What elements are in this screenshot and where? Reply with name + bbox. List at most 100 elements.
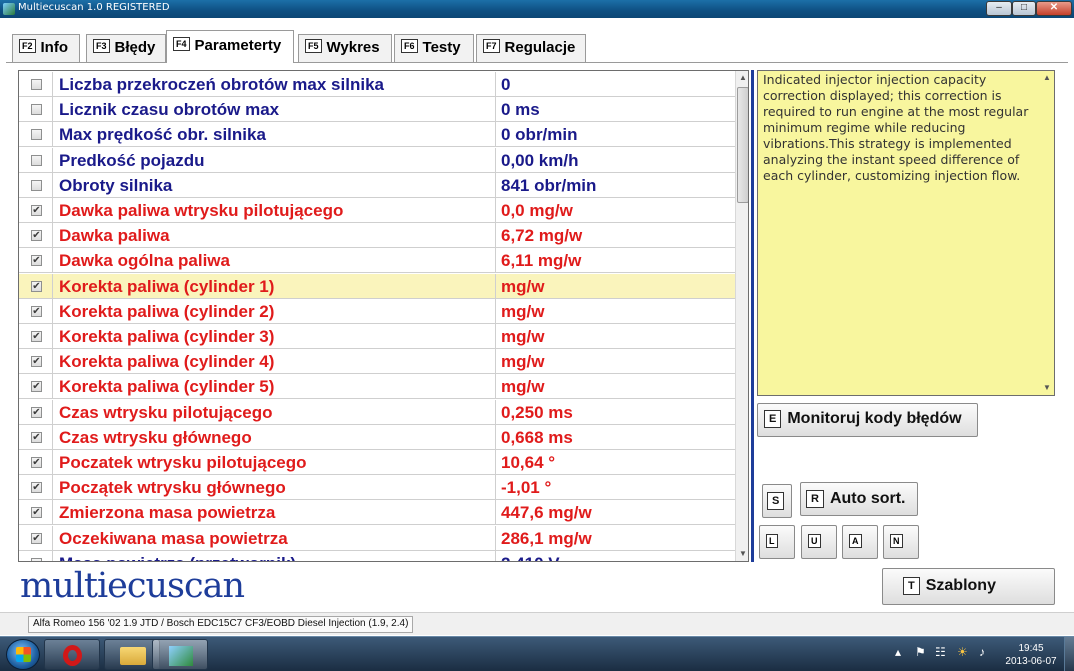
tab-parameterty[interactable]: F4 Parameterty — [166, 30, 294, 63]
parameter-checkbox[interactable] — [31, 129, 42, 141]
parameter-checkbox[interactable]: ✔ — [31, 507, 42, 519]
button-label: Auto sort. — [829, 490, 906, 507]
column-divider — [495, 273, 496, 299]
parameter-row[interactable]: ✔ Korekta paliwa (cylinder 4) mg/w — [19, 349, 735, 375]
volume-icon[interactable]: ♪ — [979, 645, 985, 659]
maximize-button[interactable]: □ — [1012, 1, 1036, 16]
parameter-value: 6,11 mg/w — [501, 251, 582, 271]
parameter-checkbox[interactable]: ✔ — [31, 305, 42, 317]
power-icon[interactable]: ☀ — [957, 645, 968, 659]
tab-testy[interactable]: F6 Testy — [394, 34, 474, 62]
parameter-row[interactable]: ✔ Dawka paliwa wtrysku pilotującego 0,0 mg… — [19, 198, 735, 223]
parameter-list-scrollbar[interactable]: ▲ ▼ — [735, 71, 748, 561]
parameter-checkbox[interactable]: ✔ — [31, 205, 42, 216]
parameter-name: Korekta paliwa (cylinder 2) — [59, 301, 275, 321]
parameter-row[interactable]: ✔ Korekta paliwa (cylinder 2) mg/w — [19, 298, 735, 324]
l-button[interactable]: L — [759, 525, 795, 559]
clock-date[interactable]: 2013-06-07 — [1002, 656, 1060, 667]
e-key-badge: E — [764, 410, 782, 428]
parameter-checkbox[interactable]: ✔ — [31, 356, 42, 368]
a-button[interactable]: A — [842, 525, 878, 559]
u-button[interactable]: U — [801, 525, 837, 559]
parameter-row[interactable]: Masa powietrza (przetwornik) 2,410 V — [19, 550, 735, 561]
parameter-checkbox[interactable]: ✔ — [31, 406, 42, 418]
parameter-value: mg/w — [501, 276, 545, 296]
parameter-row[interactable]: ✔ Korekta paliwa (cylinder 3) mg/w — [19, 324, 735, 349]
parameter-checkbox[interactable]: ✔ — [31, 457, 42, 468]
parameter-row[interactable]: Obroty silnika 841 obr/min — [19, 172, 735, 198]
parameter-name: Dawka paliwa wtrysku pilotującego — [59, 201, 344, 220]
parameter-value: 447,6 mg/w — [501, 503, 592, 523]
column-divider — [495, 399, 496, 425]
taskbar-opera[interactable] — [44, 639, 100, 670]
parameter-checkbox[interactable]: ✔ — [31, 331, 42, 342]
parameter-checkbox[interactable]: ✔ — [31, 431, 42, 443]
parameter-checkbox[interactable] — [31, 104, 42, 116]
minimize-button[interactable]: – — [986, 1, 1012, 16]
monitor-error-codes-button[interactable]: E Monitoruj kody błędów — [757, 403, 978, 437]
parameter-checkbox[interactable]: ✔ — [31, 532, 42, 544]
network-icon[interactable]: ☷ — [935, 645, 946, 659]
parameter-checkbox[interactable]: ✔ — [31, 482, 42, 494]
checkbox-cell: ✔ — [19, 450, 53, 475]
parameter-checkbox[interactable]: ✔ — [31, 255, 42, 267]
tab-info[interactable]: F2 Info — [12, 34, 80, 62]
parameter-checkbox[interactable]: ✔ — [31, 280, 42, 292]
show-hidden-icons-icon[interactable]: ▴ — [895, 645, 901, 659]
description-scrollbar[interactable]: ▲ ▼ — [1040, 71, 1054, 395]
scroll-down-icon[interactable]: ▼ — [1041, 381, 1053, 395]
scroll-down-icon[interactable]: ▼ — [737, 547, 748, 561]
parameter-row[interactable]: ✔ Dawka paliwa 6,72 mg/w — [19, 223, 735, 249]
parameter-row[interactable]: ✔ Oczekiwana masa powietrza 286,1 mg/w — [19, 525, 735, 551]
column-divider — [495, 298, 496, 324]
parameter-checkbox[interactable]: ✔ — [31, 381, 42, 393]
parameter-name: Dawka ogólna paliwa — [59, 251, 230, 271]
action-center-flag-icon[interactable]: ⚑ — [915, 645, 926, 659]
parameter-row[interactable]: ✔ Czas wtrysku pilotującego 0,250 ms — [19, 399, 735, 425]
start-button[interactable] — [6, 639, 40, 670]
tab-bledy[interactable]: F3 Błędy — [86, 34, 166, 62]
parameter-checkbox[interactable] — [31, 79, 42, 90]
tab-wykres[interactable]: F5 Wykres — [298, 34, 392, 62]
parameter-row[interactable]: ✔ Dawka ogólna paliwa 6,11 mg/w — [19, 248, 735, 274]
splitter[interactable] — [751, 70, 754, 562]
parameter-name: Korekta paliwa (cylinder 1) — [59, 276, 275, 296]
a-key-badge: A — [849, 534, 862, 548]
scroll-up-icon[interactable]: ▲ — [737, 71, 748, 85]
parameter-row[interactable]: ✔ Czas wtrysku głównego 0,668 ms — [19, 424, 735, 450]
clock-time[interactable]: 19:45 — [1016, 643, 1046, 654]
parameter-row[interactable]: ✔ Korekta paliwa (cylinder 1) mg/w — [19, 273, 735, 299]
parameter-checkbox[interactable] — [31, 557, 42, 561]
auto-sort-button[interactable]: R Auto sort. — [800, 482, 918, 516]
parameter-row[interactable]: Predkość pojazdu 0,00 km/h — [19, 147, 735, 173]
checkbox-cell — [19, 97, 53, 123]
checkbox-cell: ✔ — [19, 525, 53, 551]
scroll-up-icon[interactable]: ▲ — [1041, 71, 1053, 85]
scroll-thumb[interactable] — [737, 87, 748, 203]
taskbar-multiecuscan[interactable] — [152, 639, 208, 670]
column-divider — [495, 72, 496, 97]
tab-regulacje[interactable]: F7 Regulacje — [476, 34, 586, 62]
column-divider — [495, 172, 496, 198]
s-button[interactable]: S — [762, 484, 792, 518]
parameter-row[interactable]: ✔ Korekta paliwa (cylinder 5) mg/w — [19, 374, 735, 400]
parameter-checkbox[interactable]: ✔ — [31, 230, 42, 242]
f5-key-badge: F5 — [305, 39, 322, 53]
parameter-row[interactable]: ✔ Poczatek wtrysku pilotującego 10,64 ° — [19, 450, 735, 475]
parameter-row[interactable]: ✔ Początek wtrysku głównego -1,01 ° — [19, 475, 735, 501]
n-button[interactable]: N — [883, 525, 919, 559]
tab-label: Parameterty — [194, 37, 282, 54]
show-desktop-button[interactable] — [1064, 637, 1074, 671]
parameter-row[interactable]: Liczba przekroczeń obrotów max silnika 0 — [19, 72, 735, 97]
parameter-name: Początek wtrysku głównego — [59, 478, 286, 498]
parameter-row[interactable]: Licznik czasu obrotów max 0 ms — [19, 97, 735, 123]
close-button[interactable]: ✕ — [1036, 1, 1072, 16]
templates-button[interactable]: T Szablony — [882, 568, 1055, 605]
parameter-row[interactable]: Max prędkość obr. silnika 0 obr/min — [19, 122, 735, 148]
parameter-row[interactable]: ✔ Zmierzona masa powietrza 447,6 mg/w — [19, 500, 735, 526]
parameter-checkbox[interactable] — [31, 179, 42, 191]
parameter-value: mg/w — [501, 327, 545, 346]
parameter-checkbox[interactable] — [31, 154, 42, 166]
column-divider — [495, 525, 496, 551]
parameter-list[interactable]: Liczba przekroczeń obrotów max silnika 0 L… — [18, 70, 749, 562]
